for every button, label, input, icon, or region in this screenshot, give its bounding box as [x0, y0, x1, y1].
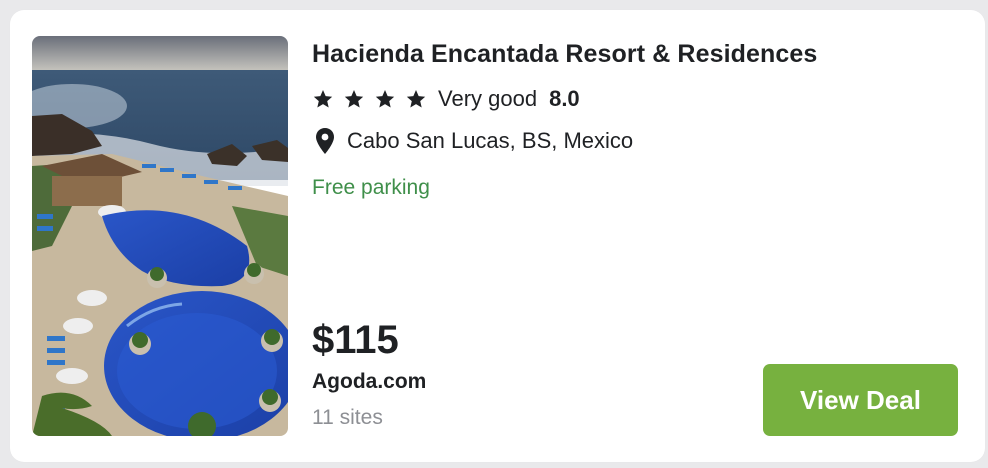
hotel-name[interactable]: Hacienda Encantada Resort & Residences	[312, 40, 817, 69]
price[interactable]: $115	[312, 318, 399, 363]
sites-count[interactable]: 11 sites	[312, 406, 383, 430]
location-pin-icon	[316, 128, 334, 154]
location-row: Cabo San Lucas, BS, Mexico	[315, 128, 633, 154]
amenity-free-parking: Free parking	[312, 176, 430, 199]
hotel-location: Cabo San Lucas, BS, Mexico	[347, 128, 634, 153]
rating-score: 8.0	[549, 86, 580, 111]
star-icon	[313, 90, 333, 108]
star-icon	[375, 90, 395, 108]
star-icon	[344, 90, 364, 108]
rating-row: Very good 8.0	[312, 84, 580, 114]
rating-label: Very good	[438, 86, 538, 111]
provider-name[interactable]: Agoda.com	[312, 370, 426, 394]
hotel-result-card[interactable]: Hacienda Encantada Resort & Residences V…	[10, 10, 985, 462]
view-deal-button[interactable]: View Deal	[763, 364, 958, 436]
star-icon	[406, 90, 426, 108]
hotel-photo[interactable]	[32, 36, 288, 436]
star-rating	[312, 88, 436, 110]
